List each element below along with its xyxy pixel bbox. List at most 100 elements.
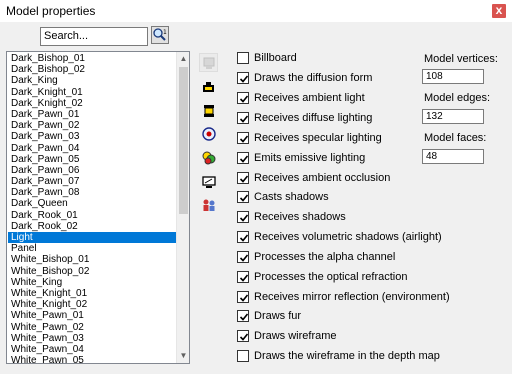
toolbar-button-7[interactable]	[199, 195, 218, 214]
check-icon	[239, 115, 249, 123]
list-item[interactable]: Panel	[8, 243, 177, 254]
toolbar-button-5[interactable]	[199, 148, 218, 167]
option-checkbox[interactable]	[237, 132, 249, 144]
list-item[interactable]: Dark_King	[8, 75, 177, 86]
option-checkbox[interactable]	[237, 191, 249, 203]
list-item[interactable]: White_King	[8, 277, 177, 288]
title-bar: Model properties x	[0, 0, 512, 22]
option-checkbox[interactable]	[237, 92, 249, 104]
vertices-label: Model vertices:	[424, 53, 498, 65]
option-label: Billboard	[254, 52, 297, 64]
camera-icon	[203, 82, 214, 92]
list-item[interactable]: Dark_Pawn_01	[8, 109, 177, 120]
option-checkbox[interactable]	[237, 251, 249, 263]
option-label: Receives ambient light	[254, 92, 365, 104]
list-item[interactable]: Dark_Pawn_04	[8, 143, 177, 154]
list-item[interactable]: Dark_Pawn_08	[8, 187, 177, 198]
people-icon	[203, 199, 215, 211]
list-item[interactable]: White_Knight_01	[8, 288, 177, 299]
toolbar-button-2[interactable]	[199, 77, 218, 96]
vertices-field: 108	[422, 69, 484, 84]
list-scrollbar[interactable]: ▲ ▼	[176, 52, 189, 363]
option-label: Draws the wireframe in the depth map	[254, 350, 440, 362]
option-checkbox[interactable]	[237, 350, 249, 362]
list-item[interactable]: White_Pawn_02	[8, 322, 177, 333]
option-checkbox[interactable]	[237, 330, 249, 342]
option-label: Processes the optical refraction	[254, 271, 408, 283]
option-checkbox[interactable]	[237, 72, 249, 84]
check-icon	[239, 234, 249, 242]
list-item[interactable]: Dark_Pawn_07	[8, 176, 177, 187]
list-item[interactable]: White_Pawn_04	[8, 344, 177, 355]
display-icon	[202, 176, 216, 188]
option-label: Draws wireframe	[254, 330, 337, 342]
option-label: Receives mirror reflection (environment)	[254, 291, 450, 303]
option-label: Processes the alpha channel	[254, 251, 396, 263]
option-checkbox[interactable]	[237, 152, 249, 164]
toolbar-button-3[interactable]	[199, 101, 218, 120]
list-item[interactable]: Dark_Pawn_02	[8, 120, 177, 131]
option-checkbox[interactable]	[237, 52, 249, 64]
list-item[interactable]: White_Pawn_01	[8, 310, 177, 321]
option-label: Receives shadows	[254, 211, 346, 223]
list-item[interactable]: Dark_Rook_02	[8, 221, 177, 232]
scroll-thumb[interactable]	[179, 67, 188, 214]
window-title: Model properties	[6, 4, 96, 18]
edges-field: 132	[422, 109, 484, 124]
option-checkbox[interactable]	[237, 211, 249, 223]
disabled-tool-icon	[203, 57, 215, 69]
option-checkbox[interactable]	[237, 291, 249, 303]
check-icon	[239, 155, 249, 163]
search-input[interactable]: Search...	[40, 27, 148, 46]
option-checkbox[interactable]	[237, 271, 249, 283]
list-item[interactable]: Dark_Knight_01	[8, 87, 177, 98]
option-label: Receives diffuse lighting	[254, 112, 373, 124]
option-checkbox[interactable]	[237, 112, 249, 124]
list-item[interactable]: Dark_Bishop_01	[8, 53, 177, 64]
model-list[interactable]: Dark_Bishop_01 Dark_Bishop_02 Dark_King Dar…	[6, 51, 190, 364]
list-item[interactable]: Dark_Pawn_05	[8, 154, 177, 165]
svg-text:1: 1	[163, 29, 167, 36]
check-icon	[239, 95, 249, 103]
close-button[interactable]: x	[492, 4, 506, 18]
scroll-down-icon[interactable]: ▼	[177, 350, 189, 362]
search-icon: 1	[153, 28, 167, 41]
list-item[interactable]: Dark_Pawn_03	[8, 131, 177, 142]
list-item[interactable]: Dark_Bishop_02	[8, 64, 177, 75]
list-item[interactable]: Dark_Rook_01	[8, 210, 177, 221]
option-label: Emits emissive lighting	[254, 152, 366, 164]
check-icon	[239, 194, 249, 202]
check-icon	[239, 214, 249, 222]
list-item[interactable]: White_Knight_02	[8, 299, 177, 310]
list-item[interactable]: White_Pawn_05	[8, 355, 177, 363]
edges-label: Model edges:	[424, 92, 491, 104]
list-item[interactable]: Dark_Queen	[8, 198, 177, 209]
toolbar-button-4[interactable]	[199, 124, 218, 143]
check-icon	[239, 175, 249, 183]
list-item[interactable]: White_Bishop_02	[8, 266, 177, 277]
option-label: Draws fur	[254, 310, 302, 322]
list-item[interactable]: White_Pawn_03	[8, 333, 177, 344]
search-button[interactable]: 1	[151, 26, 169, 44]
toolbar-button-6[interactable]	[199, 172, 218, 191]
check-icon	[239, 75, 249, 83]
option-label: Receives ambient occlusion	[254, 172, 391, 184]
list-item[interactable]: Dark_Pawn_06	[8, 165, 177, 176]
check-icon	[239, 274, 249, 282]
option-label: Draws the diffusion form	[254, 72, 373, 84]
check-icon	[239, 333, 249, 341]
list-item[interactable]: Dark_Knight_02	[8, 98, 177, 109]
faces-field: 48	[422, 149, 484, 164]
scroll-up-icon[interactable]: ▲	[177, 53, 189, 65]
light-icon	[204, 105, 214, 117]
option-label: Casts shadows	[254, 191, 329, 203]
option-checkbox[interactable]	[237, 231, 249, 243]
check-icon	[239, 254, 249, 262]
check-icon	[239, 135, 249, 143]
list-item[interactable]: Light	[8, 232, 177, 244]
option-label: Receives specular lighting	[254, 132, 382, 144]
check-icon	[239, 294, 249, 302]
list-item[interactable]: White_Bishop_01	[8, 254, 177, 265]
option-checkbox[interactable]	[237, 172, 249, 184]
option-checkbox[interactable]	[237, 310, 249, 322]
